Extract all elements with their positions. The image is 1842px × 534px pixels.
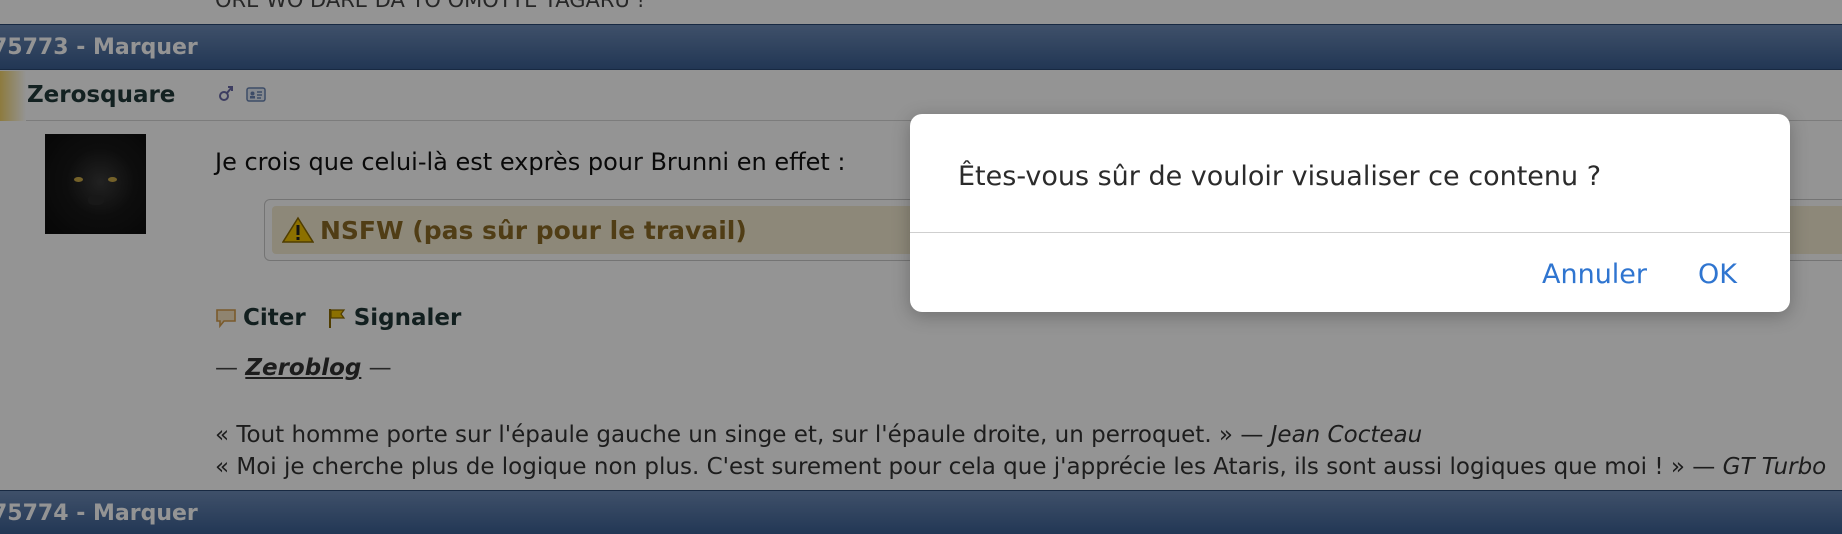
dialog-divider — [910, 232, 1790, 233]
forum-page: ORE WO DARE DA TO OMOTTE YAGARU ! 75773 … — [0, 0, 1842, 534]
ok-button[interactable]: OK — [1698, 259, 1737, 290]
dialog-message: Êtes-vous sûr de vouloir visualiser ce c… — [958, 161, 1602, 192]
confirm-dialog: Êtes-vous sûr de vouloir visualiser ce c… — [910, 114, 1790, 312]
cancel-button[interactable]: Annuler — [1542, 259, 1647, 290]
